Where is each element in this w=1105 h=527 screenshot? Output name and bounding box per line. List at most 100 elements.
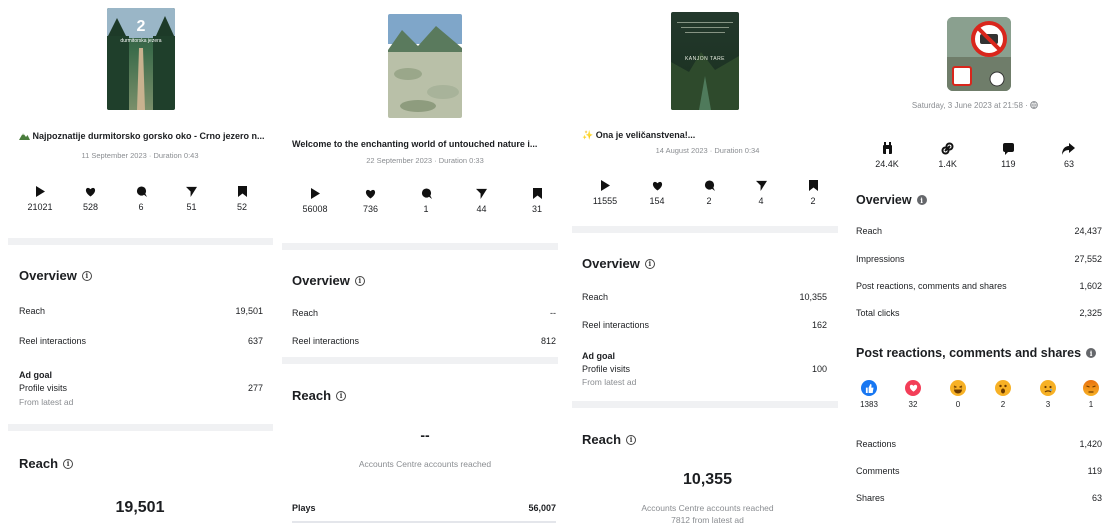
shares-row: Shares 63 [856,493,1102,503]
reach-row: Reach -- [292,308,556,318]
section-separator [572,226,838,233]
thumbnail-caption: durmitorska jezera [120,38,162,44]
reel-thumbnail[interactable]: KANJON TARE [671,12,739,110]
like-icon [861,380,877,396]
reel-title: ✨ Ona je veličanstvena!... [582,130,696,140]
angry-icon [1083,380,1099,396]
heart-icon [365,187,376,200]
accounts-reached-label: Accounts Centre accounts reached [358,459,492,469]
from-latest-ad: From latest ad [19,397,74,407]
info-icon[interactable]: i [626,434,637,445]
section-separator [8,424,273,431]
info-icon[interactable]: i [81,270,92,281]
reach-row: Reach 19,501 [19,306,263,316]
reactions-heading: Post reactions, comments and shares i [856,346,1097,360]
comments-row: Comments 119 [856,466,1102,476]
reaction-angry: 1 [1077,380,1105,409]
reel-title: Welcome to the enchanting world of untou… [292,139,538,149]
reel-meta: 11 September 2023 · Duration 0:43 [81,151,199,160]
stat-comments: 119 [988,142,1028,169]
reel-stats-row: 56008 736 1 44 31 [295,187,557,214]
heart-icon [85,185,96,198]
reel-thumbnail[interactable] [388,14,462,118]
comment-icon [704,179,715,192]
impressions-row: Impressions 27,552 [856,254,1102,264]
reactions-row: Reactions 1,420 [856,439,1102,449]
mountain-icon [19,131,30,142]
reaction-wow: 2 [989,380,1017,409]
stat-plays: 11555 [585,179,625,206]
profile-visits-row: Profile visits 100 [582,364,827,374]
reel-insights-panel-1: 2 durmitorska jezera Najpoznatije durmit… [0,0,280,527]
reach-big-value: -- [420,427,430,443]
reach-heading: Reach i [19,456,74,471]
section-separator [282,357,558,364]
love-icon [905,380,921,396]
post-reactions-comments-shares-row: Post reactions, comments and shares 1,60… [856,281,1102,291]
info-icon[interactable]: i [644,258,655,269]
info-icon[interactable]: i [354,275,365,286]
stat-comments: 6 [121,185,161,212]
comment-icon [421,187,432,200]
from-latest-ad-count: 7812 from latest ad [671,515,744,525]
globe-icon [1030,101,1038,111]
play-icon [35,185,45,198]
stat-saves: 2 [793,179,833,206]
stat-shares: 4 [741,179,781,206]
info-icon[interactable]: i [63,458,74,469]
reel-thumbnail[interactable]: 2 durmitorska jezera [107,8,175,110]
info-icon[interactable]: i [1086,348,1097,358]
wow-icon [995,380,1011,396]
send-icon [755,179,767,192]
section-separator [8,238,273,245]
reactions-icon [881,142,894,155]
stat-saves: 31 [517,187,557,214]
reel-interactions-row: Reel interactions 162 [582,320,827,330]
stat-link-clicks: 1.4K [928,142,968,169]
post-thumbnail[interactable] [947,17,1011,91]
link-icon [941,142,954,155]
bookmark-icon [237,185,247,198]
send-icon [186,185,197,198]
stat-likes: 528 [71,185,111,212]
overview-heading: Overview i [19,268,92,283]
reel-insights-panel-2: Welcome to the enchanting world of untou… [280,0,570,527]
reel-interactions-row: Reel interactions 637 [19,336,263,346]
reach-big-value: 19,501 [115,499,165,516]
overview-heading: Overview i [292,273,365,288]
play-icon [310,187,320,200]
section-separator [282,243,558,250]
reach-row: Reach 24,437 [856,226,1102,236]
reaction-love: 32 [899,380,927,409]
reach-heading: Reach i [582,432,637,447]
reaction-like: 1383 [855,380,883,409]
stat-plays: 56008 [295,187,335,214]
divider [292,521,556,523]
overview-heading: Overview i [856,193,927,207]
ad-goal-label: Ad goal [19,370,52,380]
info-icon[interactable]: i [336,390,347,401]
post-stats-row: 24.4K 1.4K 119 63 [867,142,1089,169]
bookmark-icon [808,179,818,192]
reach-row: Reach 10,355 [582,292,827,302]
accounts-reached-label: Accounts Centre accounts reached [641,503,774,513]
thumbnail-caption: KANJON TARE [684,56,726,62]
reel-stats-row: 11555 154 2 4 2 [585,179,833,206]
thumbnail-number: 2 [136,18,146,35]
section-separator [572,401,838,408]
reaction-haha: 0 [944,380,972,409]
profile-visits-row: Profile visits 277 [19,383,263,393]
stat-shares: 63 [1049,142,1089,169]
overview-heading: Overview i [582,256,655,271]
reaction-sad: 3 [1034,380,1062,409]
reel-meta: 14 August 2023 · Duration 0:34 [655,146,760,155]
info-icon[interactable]: i [916,195,927,205]
stat-saves: 52 [222,185,262,212]
from-latest-ad: From latest ad [582,377,637,387]
reel-interactions-row: Reel interactions 812 [292,336,556,346]
plays-row: Plays 56,007 [292,503,556,513]
send-icon [476,187,487,200]
bookmark-icon [532,187,542,200]
reach-big-value: 10,355 [683,471,732,488]
stat-likes: 736 [351,187,391,214]
